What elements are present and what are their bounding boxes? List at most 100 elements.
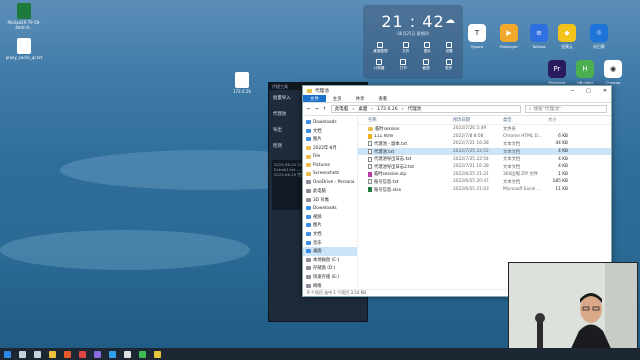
clock-widget[interactable]: ☁ 21 : 42 06月25日 星期四 桌面整理 文件 图片 设置 计算器 打… (363, 5, 463, 79)
nav-item[interactable]: 快速存储 (E:) (303, 273, 357, 282)
nav-item[interactable]: 2022年-8月 (303, 144, 357, 153)
app-button[interactable] (154, 350, 161, 358)
file-row[interactable]: 代理池.txt 2022/7/25 22:52 文本文档 4 KB (358, 147, 611, 156)
back-arrow-icon[interactable]: ← (307, 107, 311, 112)
column-header-date[interactable]: 修改日期 (453, 117, 503, 123)
app-button[interactable] (139, 350, 146, 358)
app-shortcut[interactable]: T Typora (468, 24, 486, 49)
desktop-icon-label: file2aa59-79 58-4edc-9... (7, 20, 41, 30)
app-shortcut[interactable]: ◉ Chrome (604, 60, 622, 85)
column-header-type[interactable]: 类型 (503, 117, 548, 123)
document-folder-icon (306, 232, 311, 237)
nav-item-label: 此电脑 (313, 189, 326, 195)
nav-item[interactable]: OneDrive - Persona (303, 178, 357, 187)
nav-item-label: File (313, 154, 321, 160)
file-row[interactable]: 临时session.zip 2022/6/25 21:21 360压缩 ZIP 文件… (358, 171, 611, 179)
nav-item[interactable]: 3D 对象 (303, 195, 357, 204)
column-header-size[interactable]: 大小 (548, 117, 568, 123)
file-date: 2022/7/26 5:49 (453, 126, 487, 132)
file-row[interactable]: 代理池 - 副本.txt 2022/7/21 16:28 文本文档 44 KB (358, 140, 611, 148)
navigation-pane: Downloads 文档 图片 2022年-8月 File Pictures Screens… (303, 116, 358, 289)
minimize-button[interactable]: ─ (571, 88, 574, 94)
file-row[interactable]: 111.html 2022/7/8 8:08 Chrome HTML D... 6 K… (358, 133, 611, 141)
quick-action[interactable]: 更多 (445, 59, 452, 71)
quick-action[interactable]: 设置 (446, 42, 453, 54)
nav-item-label: 快速存储 (E:) (313, 274, 340, 280)
search-button[interactable] (19, 350, 26, 358)
close-button[interactable]: ✕ (603, 88, 607, 94)
nav-item[interactable]: 图片 (303, 135, 357, 144)
address-bar-row: ← → ↑ 此电脑 › 桌面 › 172.0.26 › 代理池 ⌕ 搜索"代理池" (303, 103, 611, 116)
nav-item[interactable]: File (303, 152, 357, 161)
file-row[interactable]: 账号信息.txt 2022/6/25 20:47 文本文档 185 KB (358, 178, 611, 186)
nav-item[interactable]: 音乐 (303, 238, 357, 247)
nav-item[interactable]: 文档 (303, 230, 357, 239)
up-arrow-icon[interactable]: ↑ (323, 107, 327, 112)
file-row[interactable]: 账号信息.xlsx 2022/6/25 21:03 Microsoft Excel … (358, 186, 611, 194)
tab-share[interactable]: 共享 (349, 96, 372, 102)
nav-item[interactable]: 本地磁盘 (C:) (303, 256, 357, 265)
quick-action[interactable]: 截图 (422, 59, 430, 71)
file-size: 1 KB (558, 171, 568, 177)
desktop-icon-excel[interactable]: file2aa59-79 58-4edc-9... (4, 3, 44, 30)
text-file-icon (368, 149, 372, 155)
nav-item-label: 2022年-8月 (313, 146, 337, 152)
start-button[interactable] (4, 350, 11, 358)
app-shortcut[interactable]: Pr Premiere (548, 60, 566, 85)
nav-item[interactable]: 文档 (303, 127, 357, 136)
app-shortcut[interactable]: H HBuilder (576, 60, 594, 85)
app-shortcut[interactable]: ☼ 向日葵 (590, 24, 608, 49)
quick-action[interactable]: 桌面整理 (373, 42, 388, 54)
nav-item[interactable]: Downloads (303, 204, 357, 213)
file-type: 文件夹 (503, 126, 516, 132)
desktop-icon-folder[interactable]: 172.0.26 (222, 72, 262, 94)
app-shortcut[interactable]: ≡ ToDesk (530, 24, 548, 49)
column-header-name[interactable]: 名称 (368, 117, 453, 123)
app-shortcut[interactable]: ◆ 坚果云 (558, 24, 576, 49)
webcam-overlay (508, 262, 638, 352)
tab-file[interactable]: 文件 (303, 95, 326, 102)
explorer-button[interactable] (49, 350, 56, 358)
file-date: 2022/7/8 8:08 (453, 133, 484, 139)
maximize-button[interactable]: □ (586, 88, 591, 94)
file-size: 185 KB (552, 179, 568, 185)
nav-item[interactable]: Screenshots (303, 170, 357, 179)
file-row[interactable]: 代理池导出日志.txt 2022/7/25 22:54 文本文档 4 KB (358, 155, 611, 163)
quick-action[interactable]: 图片 (424, 42, 431, 54)
nav-item[interactable]: 此电脑 (303, 187, 357, 196)
tab-home[interactable]: 主页 (326, 96, 349, 102)
nav-item[interactable]: 视频 (303, 213, 357, 222)
file-row[interactable]: 临时session 2022/7/26 5:49 文件夹 (358, 125, 611, 133)
app-button[interactable] (109, 350, 116, 358)
taskbar (0, 348, 640, 360)
nav-item-label: Downloads (313, 119, 337, 125)
nav-item[interactable]: Pictures (303, 161, 357, 170)
quick-action[interactable]: 计算器 (374, 59, 384, 71)
file-date: 2022/6/25 21:03 (453, 187, 489, 193)
quick-action[interactable]: 打开 (400, 59, 407, 71)
app-button[interactable] (124, 350, 131, 358)
tab-view[interactable]: 查看 (371, 96, 394, 102)
file-row[interactable]: 代理池导出日志2.txt 2022/7/21 16:28 文本文档 4 KB (358, 163, 611, 171)
forward-arrow-icon[interactable]: → (315, 107, 319, 112)
app-button[interactable] (94, 350, 101, 358)
nav-item[interactable]: 存储盘 (D:) (303, 264, 357, 273)
app-button[interactable] (64, 350, 71, 358)
ribbon-tabs: 文件 主页 共享 查看 (303, 95, 611, 103)
address-bar[interactable]: 此电脑 › 桌面 › 172.0.26 › 代理池 (330, 105, 521, 113)
search-input[interactable]: ⌕ 搜索"代理池" (525, 105, 607, 113)
quick-action[interactable]: 文件 (402, 42, 409, 54)
download-folder-icon (306, 120, 311, 125)
file-type: 文本文档 (503, 149, 521, 155)
app-button[interactable] (79, 350, 86, 358)
app-shortcut[interactable]: ▶ Potplayer (500, 24, 518, 49)
file-name: 111.html (374, 133, 394, 139)
nav-item-label: 存储盘 (D:) (313, 266, 336, 272)
desktop-icon-proxy-txt[interactable]: proxy_socks_ip.txt (4, 38, 44, 60)
nav-item[interactable]: 图片 (303, 221, 357, 230)
nav-item[interactable]: Downloads (303, 118, 357, 127)
nav-item[interactable]: 桌面 (303, 246, 357, 256)
drive-icon (306, 274, 311, 279)
task-view-button[interactable] (34, 350, 41, 358)
desktop-folder-icon (306, 249, 311, 254)
